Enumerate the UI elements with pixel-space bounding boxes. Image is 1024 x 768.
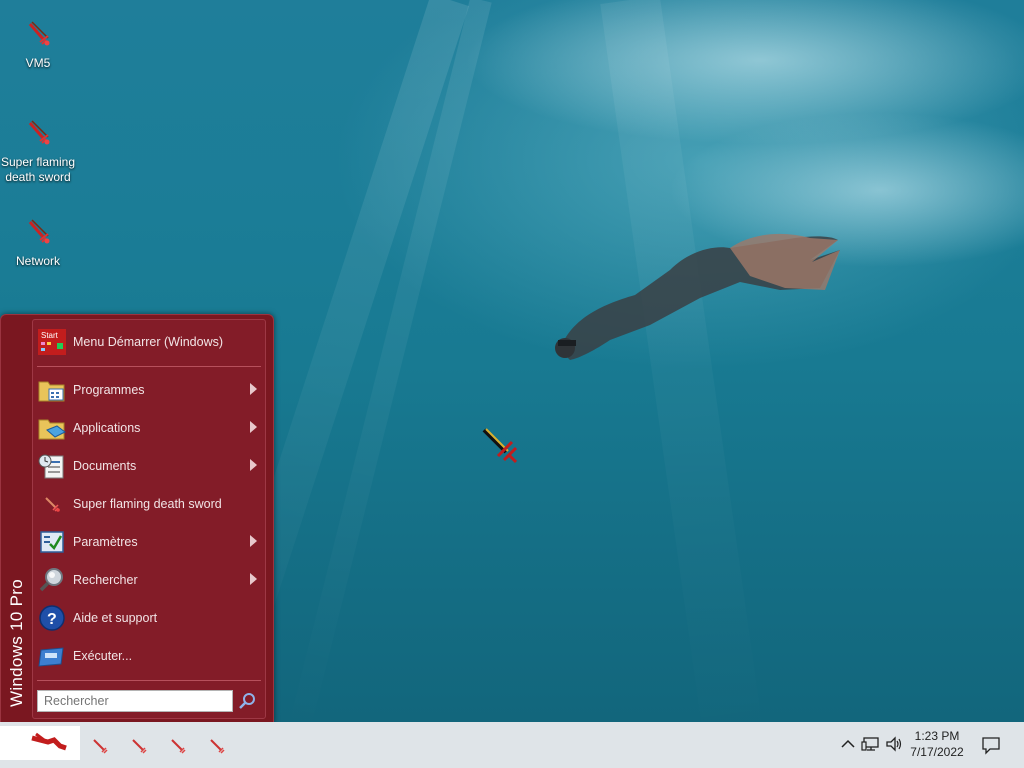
- clock-time: 1:23 PM: [914, 729, 960, 743]
- run-icon: [38, 647, 64, 667]
- sword-cursor-icon: [482, 428, 518, 464]
- taskbar-sword-icon[interactable]: [207, 736, 229, 756]
- applications-folder-icon: [38, 419, 66, 440]
- desktop-icon-label: Super flaming death sword: [0, 155, 76, 184]
- menu-item-aide-et-support[interactable]: ? Aide et support: [33, 600, 265, 636]
- notifications-icon[interactable]: [981, 735, 1001, 755]
- menu-item-super-flaming-death-sword[interactable]: Super flaming death sword: [33, 486, 265, 522]
- settings-icon: [40, 531, 64, 553]
- taskbar-clock[interactable]: 1:23 PM 7/17/2022: [902, 728, 972, 760]
- clock-date: 7/17/2022: [910, 745, 964, 759]
- taskbar-sword-icon[interactable]: [129, 736, 151, 756]
- submenu-arrow-icon: [250, 421, 257, 433]
- submenu-arrow-icon: [250, 535, 257, 547]
- sword-icon: [28, 120, 50, 145]
- chevron-up-icon[interactable]: [838, 734, 858, 754]
- sword-icon: [28, 21, 50, 46]
- menu-item-label: Programmes: [73, 383, 145, 397]
- desktop-icon-label: Network: [15, 254, 60, 268]
- submenu-arrow-icon: [250, 383, 257, 395]
- start-menu-search-input[interactable]: [37, 690, 233, 712]
- start-logo-icon: Start: [38, 329, 66, 355]
- menu-separator: [37, 680, 261, 681]
- menu-item-label: Super flaming death sword: [73, 497, 222, 511]
- menu-item-rechercher[interactable]: Rechercher: [33, 562, 265, 598]
- menu-item-label: Aide et support: [73, 611, 158, 625]
- desktop-icon-label: VM5: [25, 56, 51, 70]
- help-icon: ?: [39, 605, 65, 631]
- desktop-icon-vm5[interactable]: VM5: [0, 18, 76, 71]
- start-menu-panel: Start Menu Démarrer (Windows) Programmes…: [32, 319, 266, 719]
- volume-icon[interactable]: [884, 734, 904, 754]
- network-icon[interactable]: [861, 734, 881, 754]
- menu-item-label: Documents: [73, 459, 137, 473]
- desktop-icon-super-flaming-death-sword[interactable]: Super flaming death sword: [0, 117, 76, 185]
- menu-item-documents[interactable]: Documents: [33, 448, 265, 484]
- menu-item-applications[interactable]: Applications: [33, 410, 265, 446]
- menu-item-label: Paramètres: [73, 535, 138, 549]
- submenu-arrow-icon: [250, 573, 257, 585]
- start-menu-header-label: Menu Démarrer (Windows): [73, 335, 224, 349]
- submenu-arrow-icon: [250, 459, 257, 471]
- sword-icon: [45, 497, 60, 512]
- menu-separator: [37, 366, 261, 367]
- freediver-wallpaper-image: [555, 233, 840, 360]
- menu-item-label: Rechercher: [73, 573, 138, 587]
- search-magnifier-icon: [39, 568, 63, 592]
- start-button[interactable]: [0, 726, 80, 760]
- desktop-icon-network[interactable]: Network: [0, 216, 76, 269]
- menu-item-parametres[interactable]: Paramètres: [33, 524, 265, 560]
- menu-item-label: Applications: [73, 421, 141, 435]
- taskbar-sword-icon[interactable]: [168, 736, 190, 756]
- documents-icon: [38, 454, 64, 479]
- start-sword-icon: [31, 732, 67, 751]
- taskbar-sword-icon[interactable]: [90, 736, 112, 756]
- start-menu-side-banner: Windows 10 Pro: [1, 315, 31, 723]
- programs-folder-icon: [38, 381, 65, 402]
- taskbar: 1:23 PM 7/17/2022: [0, 722, 1024, 768]
- menu-item-executer[interactable]: Exécuter...: [33, 638, 265, 674]
- menu-item-label: Exécuter...: [73, 649, 133, 663]
- start-menu: Windows 10 Pro Start Menu Démarrer (Wind…: [0, 314, 274, 724]
- start-menu-header[interactable]: Start Menu Démarrer (Windows): [33, 324, 265, 360]
- svg-text:?: ?: [47, 611, 57, 628]
- search-icon[interactable]: [237, 691, 257, 711]
- start-menu-side-label: Windows 10 Pro: [7, 579, 26, 707]
- menu-item-programmes[interactable]: Programmes: [33, 372, 265, 408]
- sword-icon: [28, 219, 50, 244]
- svg-text:Start: Start: [41, 331, 59, 340]
